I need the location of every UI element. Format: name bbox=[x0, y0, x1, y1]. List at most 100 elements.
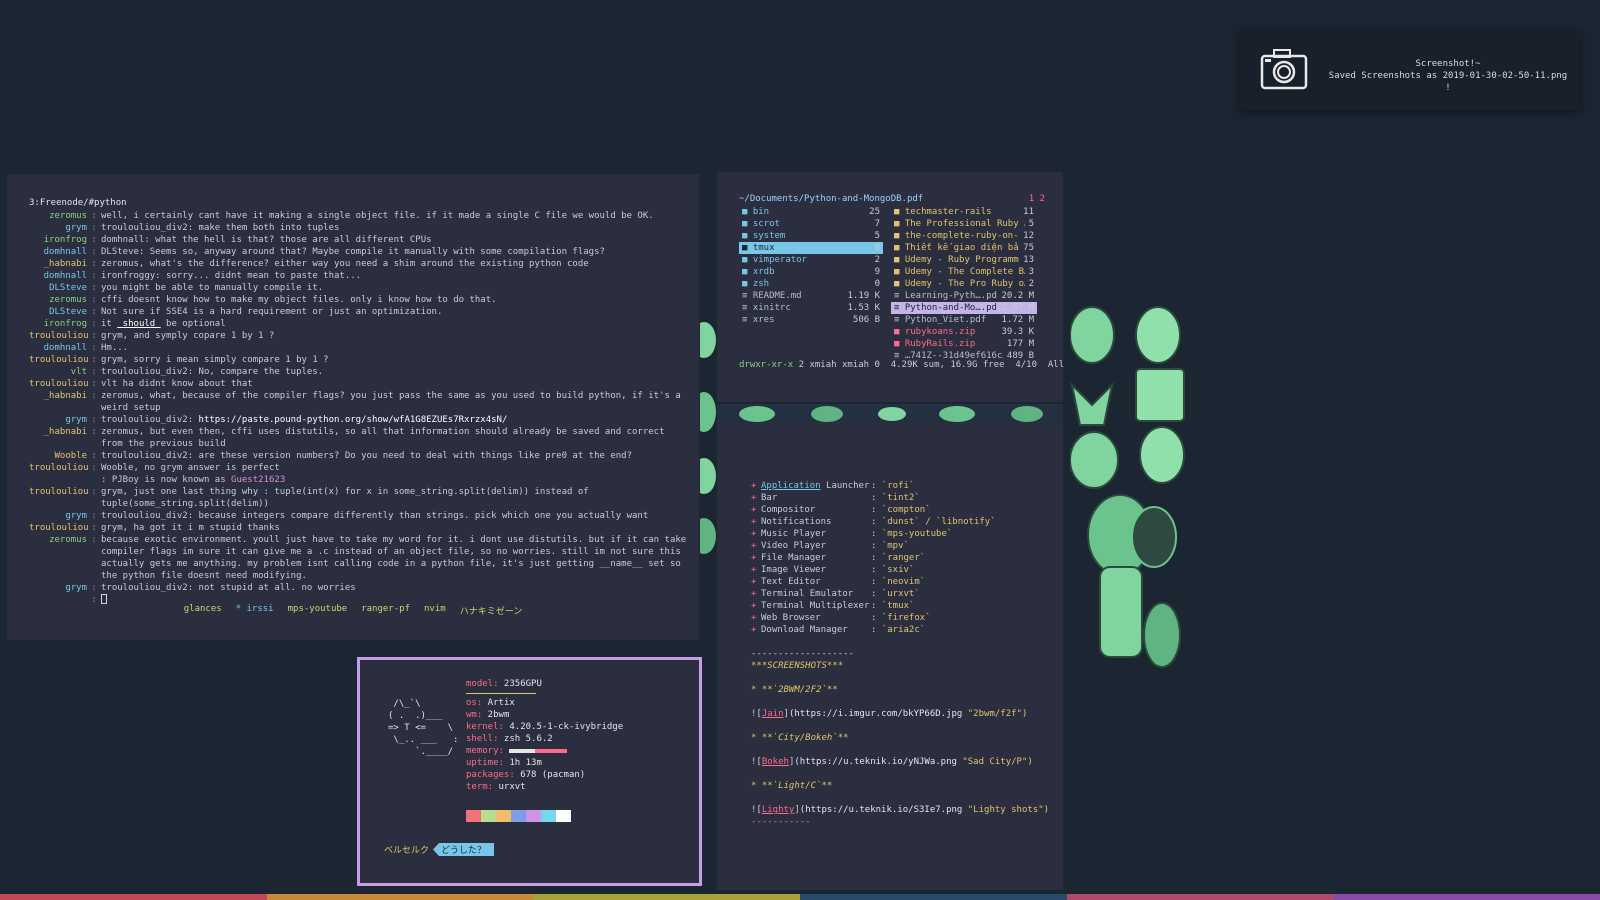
irc-nick[interactable]: troulouliou bbox=[29, 462, 89, 474]
shell-prompt[interactable]: ベルセルク どうした？ bbox=[384, 843, 495, 856]
irc-nick[interactable]: grym bbox=[29, 222, 87, 234]
colon: : bbox=[871, 505, 882, 515]
irc-nick[interactable]: grym bbox=[29, 414, 87, 426]
irc-message-text: troulouliou_div2: https://paste.pound-py… bbox=[101, 414, 507, 426]
irc-nick[interactable]: DLSteve bbox=[29, 306, 87, 318]
irc-nick[interactable]: troulouliou bbox=[29, 522, 89, 534]
app-category-link[interactable]: Application bbox=[761, 481, 821, 491]
neofetch-value: 1h 13m bbox=[503, 758, 542, 768]
irc-link[interactable]: https://paste.pound-python.org/show/wfA1… bbox=[199, 415, 508, 425]
irc-nick[interactable]: domhnall bbox=[29, 342, 87, 354]
tmux-window-tab[interactable]: * irssi bbox=[236, 604, 274, 617]
color-swatch bbox=[541, 810, 556, 822]
ranger-entry[interactable]: ■ Udemy - Ruby Programm… 13 bbox=[891, 254, 1037, 266]
ranger-entry[interactable]: ■ rubykoans.zip 39.3 K bbox=[891, 326, 1037, 338]
irc-message: DLSteve: Not sure if SSE4 is a hard requi… bbox=[29, 306, 689, 318]
ranger-entry[interactable]: ≡ Python_Viet.pdf 1.72 M bbox=[891, 314, 1037, 326]
ranger-entry-size: 9 bbox=[874, 267, 880, 277]
screenshot-link[interactable]: Lighty bbox=[762, 805, 795, 815]
ranger-entry-size: 0 bbox=[874, 279, 880, 289]
ranger-entry[interactable]: ■ techmaster-rails 11 bbox=[891, 206, 1037, 218]
ranger-entry[interactable]: ≡ Learning-Pyth….pdf 20.2 M bbox=[891, 290, 1037, 302]
irc-nick[interactable]: ironfrog bbox=[29, 234, 87, 246]
app-category: Application Launcher bbox=[761, 480, 871, 492]
ranger-entry[interactable]: ■ xrdb 9 bbox=[739, 266, 883, 278]
irc-separator: : bbox=[91, 283, 97, 293]
irc-nick[interactable]: domhnall bbox=[29, 246, 87, 258]
ranger-entry[interactable]: ■ RubyRails.zip 177 M bbox=[891, 338, 1037, 350]
neofetch-value: 2356GPU bbox=[498, 679, 542, 689]
irc-nick[interactable]: troulouliou bbox=[29, 354, 89, 366]
irc-separator: : bbox=[91, 367, 97, 377]
ranger-entry[interactable]: ■ Udemy - The Pro Ruby o… 2 bbox=[891, 278, 1037, 290]
irc-separator: : bbox=[91, 415, 97, 425]
screenshot-link-line: ![Jain](https://i.imgur.com/bkYP66D.jpg … bbox=[751, 708, 1051, 720]
irc-nick[interactable]: Wooble bbox=[29, 450, 87, 462]
irc-message-text: vlt ha didnt know about that bbox=[101, 379, 253, 389]
irc-nick[interactable]: grym bbox=[29, 582, 87, 594]
irc-nick[interactable]: zeromus bbox=[29, 534, 87, 582]
screenshot-url[interactable]: (https://u.teknik.io/S3Ie7.png bbox=[800, 805, 968, 815]
irc-nick[interactable]: grym bbox=[29, 510, 87, 522]
screenshot-url[interactable]: (https://i.imgur.com/bkYP66D.jpg bbox=[789, 709, 968, 719]
ranger-entry[interactable]: ■ Thiết kế giao diện bả… 75 bbox=[891, 242, 1037, 254]
irc-nick[interactable]: troulouliou bbox=[29, 330, 89, 342]
bullet: + bbox=[751, 541, 757, 551]
ranger-window[interactable]: ~/Documents/Python-and-MongoDB.pdf 1 2 ■… bbox=[717, 172, 1064, 402]
screenshot-url[interactable]: (https://u.teknik.io/yNJWa.png bbox=[794, 757, 962, 767]
ranger-entry[interactable]: ■ bin 25 bbox=[739, 206, 883, 218]
irc-message: ironfrog: domhnall: what the hell is that… bbox=[29, 234, 689, 246]
irc-nick[interactable]: domhnall bbox=[29, 270, 87, 282]
tmux-window-tab[interactable]: glances bbox=[184, 604, 222, 617]
ranger-entry[interactable]: ≡ xinitrc 1.53 K bbox=[739, 302, 883, 314]
irc-separator: : bbox=[91, 451, 97, 461]
irc-separator: : bbox=[91, 391, 97, 401]
irc-nick[interactable]: _habnabi bbox=[29, 258, 87, 270]
irc-nick[interactable]: zeromus bbox=[29, 294, 87, 306]
irc-nick[interactable]: vlt bbox=[29, 366, 87, 378]
app-name: `aria2c` bbox=[881, 625, 926, 635]
irc-nick[interactable]: troulouliou bbox=[29, 378, 89, 390]
screenshot-link[interactable]: Jain bbox=[762, 709, 784, 719]
irc-nick[interactable]: zeromus bbox=[29, 210, 87, 222]
irc-nick[interactable]: _habnabi bbox=[29, 426, 87, 450]
ranger-entry[interactable]: ■ zsh 0 bbox=[739, 278, 883, 290]
ranger-entry-size: 25 bbox=[869, 207, 880, 217]
irc-message: DLSteve: you might be able to manually co… bbox=[29, 282, 689, 294]
irc-separator: : bbox=[91, 307, 97, 317]
tmux-window-tab[interactable]: mps-youtube bbox=[288, 604, 348, 617]
screenshot-link[interactable]: Bokeh bbox=[762, 757, 789, 767]
ranger-entry[interactable]: ■ tmux 0 bbox=[739, 242, 883, 254]
ranger-entry[interactable]: ≡ README.md 1.19 K bbox=[739, 290, 883, 302]
ranger-entry[interactable]: ■ The Professional Ruby … 5 bbox=[891, 218, 1037, 230]
irc-message: grym: troulouliou_div2: not stupid at all… bbox=[29, 582, 689, 594]
ranger-tabs[interactable]: 1 2 bbox=[1029, 194, 1045, 204]
irc-nick[interactable]: DLSteve bbox=[29, 282, 87, 294]
ranger-entry[interactable]: ≡ Python-and-Mo….pdf 2.67 M bbox=[891, 302, 1037, 314]
ranger-permissions: drwxr-xr-x bbox=[739, 360, 794, 370]
tmux-window-bar: glances * irssi mps-youtube ranger-pf nvim ハナ… bbox=[7, 604, 699, 617]
ranger-entry[interactable]: ■ Udemy - The Complete B… 3 bbox=[891, 266, 1037, 278]
irc-separator: : bbox=[91, 379, 97, 389]
ranger-entry[interactable]: ≡ xres 506 B bbox=[739, 314, 883, 326]
tmux-window-tab[interactable]: ranger-pf bbox=[361, 604, 410, 617]
irc-nick[interactable] bbox=[29, 474, 87, 486]
screenshot-notification[interactable]: Screenshot!~ Saved Screenshots as 2019-0… bbox=[1240, 30, 1580, 110]
irc-nick[interactable]: troulouliou bbox=[29, 486, 89, 510]
ranger-entry[interactable]: ■ scrot 7 bbox=[739, 218, 883, 230]
ranger-entry[interactable]: ■ the-complete-ruby-on-… 12 bbox=[891, 230, 1037, 242]
irc-window[interactable]: 3:Freenode/#python zeromus: well, i certa… bbox=[7, 174, 699, 640]
ranger-entry[interactable]: ■ vimperator 2 bbox=[739, 254, 883, 266]
ranger-entry[interactable]: ■ system 5 bbox=[739, 230, 883, 242]
tmux-window-tab[interactable]: ハナキミゼーン bbox=[460, 604, 523, 617]
editor-window[interactable]: + Application Launcher: `rofi` + Bar: `tint… bbox=[717, 422, 1063, 890]
irc-nick[interactable]: _habnabi bbox=[29, 390, 87, 414]
ranger-entry-size: 1.19 K bbox=[847, 291, 880, 301]
irc-message: Wooble: troulouliou_div2: are these versi… bbox=[29, 450, 689, 462]
tmux-window-tab[interactable]: nvim bbox=[424, 604, 446, 617]
neofetch-window[interactable]: /\_`\ ( . .)___ => T <= \ \_.. ___ : `._… bbox=[357, 657, 702, 886]
neofetch-row: packages: 678 (pacman) bbox=[466, 769, 623, 781]
irc-nick[interactable]: ironfrog bbox=[29, 318, 87, 330]
ranger-entry-name: ■ techmaster-rails bbox=[894, 207, 992, 217]
ranger-entry-name: ■ The Professional Ruby … bbox=[894, 219, 1025, 229]
